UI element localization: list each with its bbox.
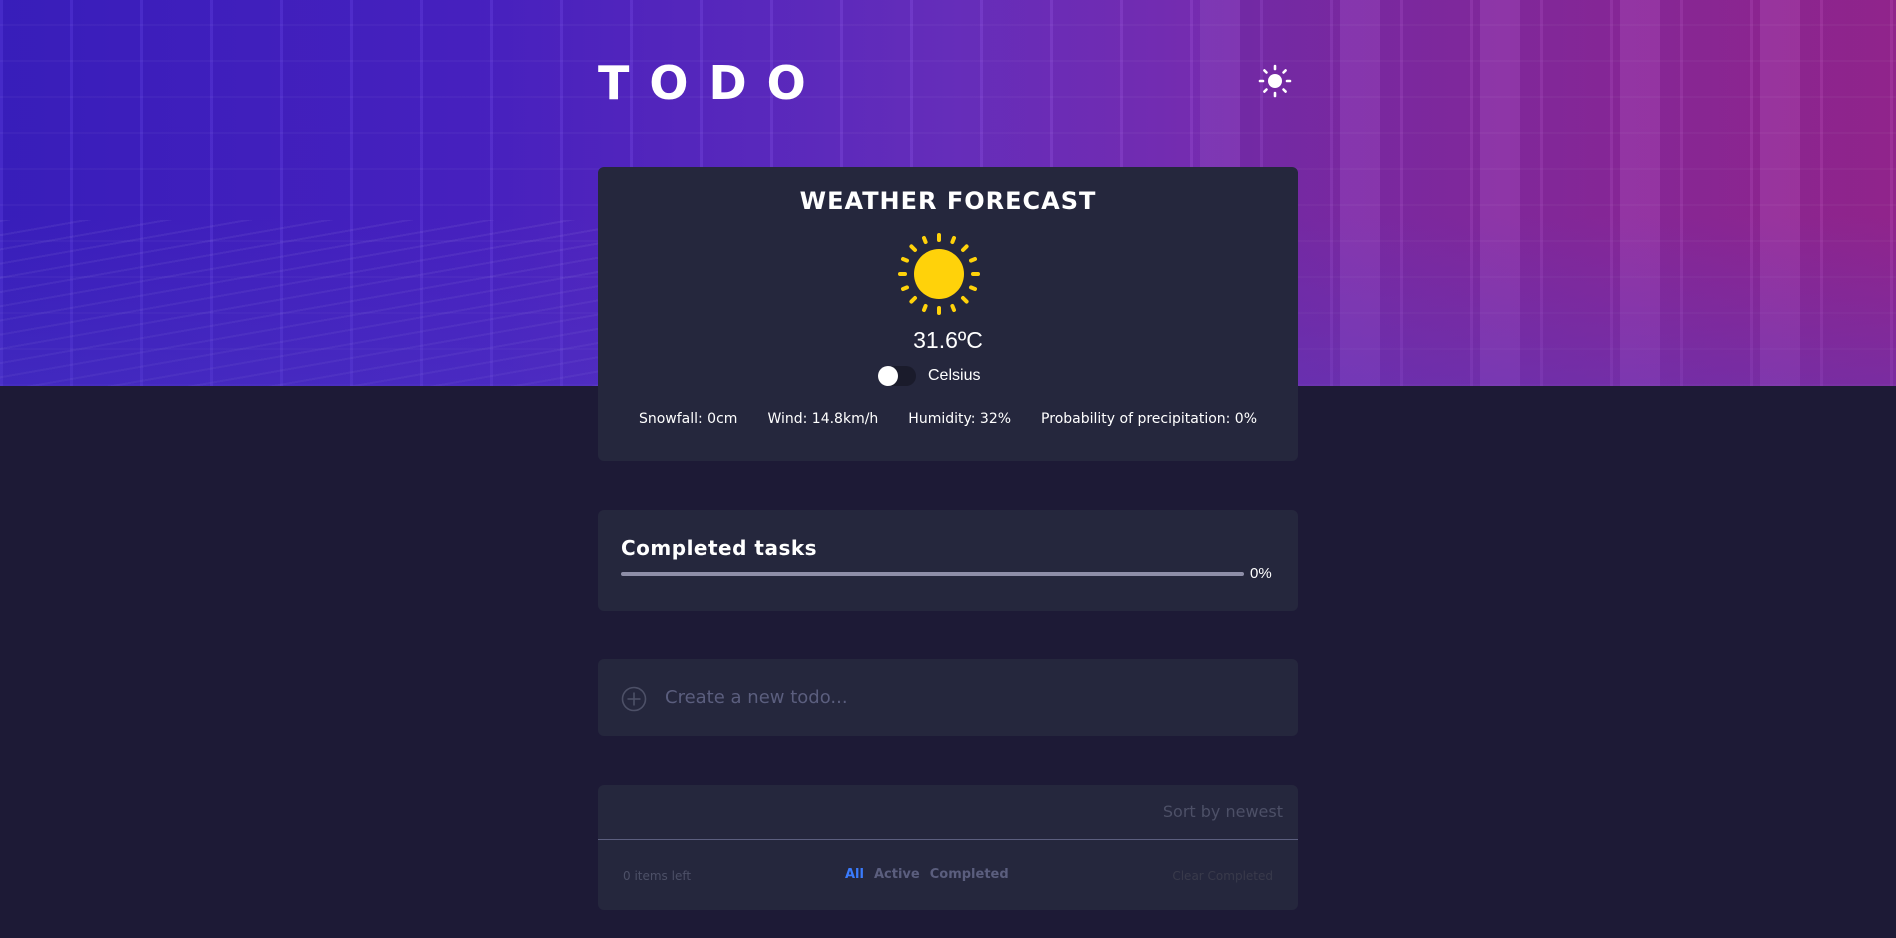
sort-button[interactable]: Sort by newest [1163,802,1283,821]
app-title: TODO [598,56,826,110]
new-todo-card [598,659,1298,736]
toggle-knob [878,366,898,386]
hero-floor-texture [0,220,700,386]
weather-title: WEATHER FORECAST [799,187,1097,215]
new-todo-input[interactable] [665,677,1275,717]
unit-toggle-switch[interactable] [878,366,916,386]
temperature-value: 31.6ºC [913,327,983,353]
clear-completed-button[interactable]: Clear Completed [1172,869,1273,883]
sun-icon [898,233,980,315]
progress-card: Completed tasks 0% [598,510,1298,611]
filter-all[interactable]: All [845,867,864,882]
wind-stat: Wind: 14.8km/h [767,411,879,427]
unit-label: Celsius [928,367,981,384]
progress-title: Completed tasks [621,536,818,560]
sun-icon [1258,64,1292,98]
filter-tabs: All Active Completed [845,867,1009,882]
weather-card: WEATHER FORECAST 31.6ºC Celsius Snowfall… [598,167,1298,461]
items-left-count: 0 items left [623,869,692,883]
unit-toggle-row: Celsius [878,365,980,387]
hero-columns-texture [1200,0,1896,386]
humidity-stat: Humidity: 32% [908,411,1012,427]
list-footer: 0 items left All Active Completed Clear … [598,867,1298,887]
progress-percent: 0% [1250,565,1272,582]
theme-toggle-button[interactable] [1256,62,1294,100]
plus-circle-icon[interactable] [621,686,647,712]
snowfall-stat: Snowfall: 0cm [638,411,738,427]
precipitation-stat: Probability of precipitation: 0% [1041,411,1258,427]
weather-stats: Snowfall: 0cm Wind: 14.8km/h Humidity: 3… [598,411,1298,427]
divider [598,839,1298,840]
progress-bar [621,572,1244,576]
filter-active[interactable]: Active [874,867,920,882]
todo-list-card: Sort by newest 0 items left All Active C… [598,785,1298,910]
filter-completed[interactable]: Completed [930,867,1009,882]
